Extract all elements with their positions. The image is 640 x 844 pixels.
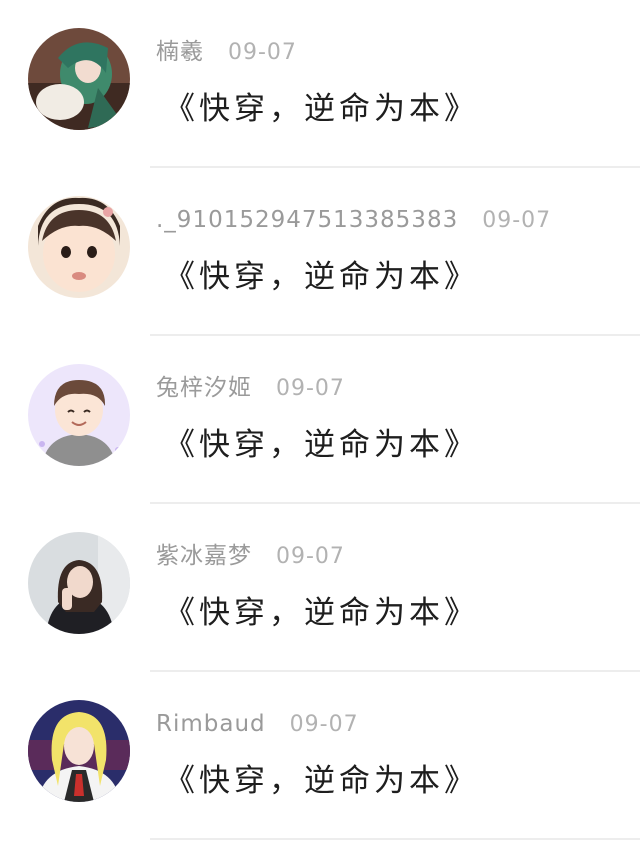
- comment-meta: 紫冰嘉梦 09-07: [156, 538, 345, 574]
- comment-list: 楠羲 09-07 《快穿，逆命为本》 ._910152947513385383 09…: [0, 0, 640, 844]
- cartoon-boy-avatar: [28, 364, 130, 466]
- comment-item[interactable]: ._910152947513385383 09-07 《快穿，逆命为本》: [0, 168, 640, 336]
- username[interactable]: 紫冰嘉梦: [156, 543, 252, 569]
- username[interactable]: 兔梓汐姬: [156, 375, 252, 401]
- avatar[interactable]: [28, 364, 130, 466]
- avatar[interactable]: [28, 196, 130, 298]
- comment-text: 《快穿，逆命为本》: [164, 259, 479, 295]
- comment-date: 09-07: [482, 208, 552, 233]
- comment-date: 09-07: [276, 544, 345, 569]
- comment-meta: Rimbaud 09-07: [156, 706, 359, 742]
- anime-blond-avatar: [28, 700, 130, 802]
- comment-text: 《快穿，逆命为本》: [164, 763, 479, 799]
- comment-date: 09-07: [289, 712, 359, 737]
- comment-item[interactable]: 紫冰嘉梦 09-07 《快穿，逆命为本》: [0, 504, 640, 672]
- comment-item[interactable]: Rimbaud 09-07 《快穿，逆命为本》: [0, 672, 640, 840]
- comment-text: 《快穿，逆命为本》: [164, 595, 479, 631]
- comment-meta: 兔梓汐姬 09-07: [156, 370, 345, 406]
- username[interactable]: Rimbaud: [156, 711, 266, 737]
- username[interactable]: 楠羲: [156, 39, 204, 65]
- avatar[interactable]: [28, 532, 130, 634]
- comment-meta: ._910152947513385383 09-07: [156, 202, 551, 238]
- anime-green-hair-avatar: [28, 28, 130, 130]
- comment-date: 09-07: [228, 40, 297, 65]
- comment-text: 《快穿，逆命为本》: [164, 427, 479, 463]
- comment-text: 《快穿，逆命为本》: [164, 91, 479, 127]
- comment-item[interactable]: 兔梓汐姬 09-07 《快穿，逆命为本》: [0, 336, 640, 504]
- comment-meta: 楠羲 09-07: [156, 34, 297, 70]
- divider: [150, 838, 640, 840]
- avatar[interactable]: [28, 28, 130, 130]
- child-photo-avatar: [28, 196, 130, 298]
- girl-photo-avatar: [28, 532, 130, 634]
- comment-date: 09-07: [276, 376, 345, 401]
- username[interactable]: ._910152947513385383: [156, 207, 458, 233]
- avatar[interactable]: [28, 700, 130, 802]
- comment-item[interactable]: 楠羲 09-07 《快穿，逆命为本》: [0, 0, 640, 168]
